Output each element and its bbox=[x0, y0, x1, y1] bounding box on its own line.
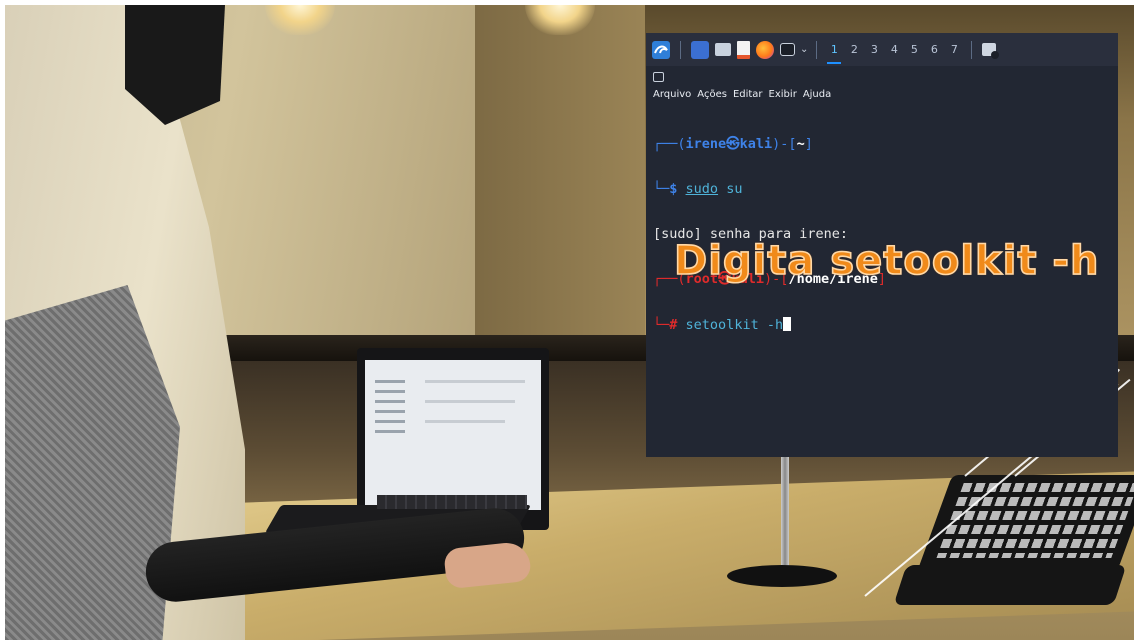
terminal-icon[interactable] bbox=[780, 43, 795, 56]
lamp-base bbox=[727, 565, 837, 587]
workspace-6[interactable]: 6 bbox=[925, 42, 943, 58]
keyboard-keys bbox=[936, 483, 1134, 558]
taskbar: ⌄ 1 2 3 4 5 6 7 bbox=[646, 33, 1118, 66]
terminal-window-task-icon[interactable] bbox=[982, 43, 1000, 59]
workspace-4[interactable]: 4 bbox=[885, 42, 903, 58]
window-menu-icon[interactable] bbox=[653, 72, 664, 82]
lamp-pole bbox=[781, 455, 789, 580]
workspace-1[interactable]: 1 bbox=[825, 42, 843, 64]
prompt-line-user: ┌──(irene㉿kali)-[~] bbox=[653, 136, 813, 152]
chevron-down-icon[interactable]: ⌄ bbox=[800, 44, 808, 55]
workspace-7[interactable]: 7 bbox=[945, 42, 963, 58]
text-cursor bbox=[783, 317, 792, 331]
terminal-window: ⌄ 1 2 3 4 5 6 7 Arquivo Ações Editar Exi… bbox=[646, 33, 1118, 457]
menu-ajuda[interactable]: Ajuda bbox=[803, 89, 831, 100]
taskbar-separator bbox=[680, 40, 681, 59]
menu-acoes[interactable]: Ações bbox=[697, 89, 727, 100]
command-line-2: └─# setoolkit -h bbox=[653, 317, 886, 333]
terminal-output[interactable]: ┌──(irene㉿kali)-[~] └─$ sudo su [sudo] s… bbox=[653, 107, 886, 362]
file-manager-icon[interactable] bbox=[715, 43, 731, 56]
workspace-3[interactable]: 3 bbox=[865, 42, 883, 58]
mouse-pad bbox=[893, 565, 1127, 605]
kali-menu-icon[interactable] bbox=[652, 40, 670, 59]
firefox-icon[interactable] bbox=[756, 40, 774, 59]
slide-frame: ⌄ 1 2 3 4 5 6 7 Arquivo Ações Editar Exi… bbox=[5, 5, 1134, 640]
instruction-caption: Digita setoolkit -h bbox=[673, 237, 1100, 285]
text-editor-icon[interactable] bbox=[737, 40, 750, 59]
laptop-screen bbox=[365, 360, 541, 510]
taskbar-separator bbox=[816, 40, 818, 59]
laptop-keys bbox=[377, 495, 527, 509]
command-line-1: └─$ sudo su bbox=[653, 181, 743, 197]
menu-editar[interactable]: Editar bbox=[733, 89, 763, 100]
terminal-menubar: Arquivo Ações Editar Exibir Ajuda bbox=[653, 89, 831, 100]
taskbar-separator bbox=[971, 40, 973, 59]
menu-exibir[interactable]: Exibir bbox=[769, 89, 797, 100]
wall-panel-dark bbox=[475, 5, 645, 365]
menu-arquivo[interactable]: Arquivo bbox=[653, 89, 691, 100]
workspace-5[interactable]: 5 bbox=[905, 42, 923, 58]
desktop-icon[interactable] bbox=[691, 40, 709, 59]
workspace-2[interactable]: 2 bbox=[845, 42, 863, 58]
